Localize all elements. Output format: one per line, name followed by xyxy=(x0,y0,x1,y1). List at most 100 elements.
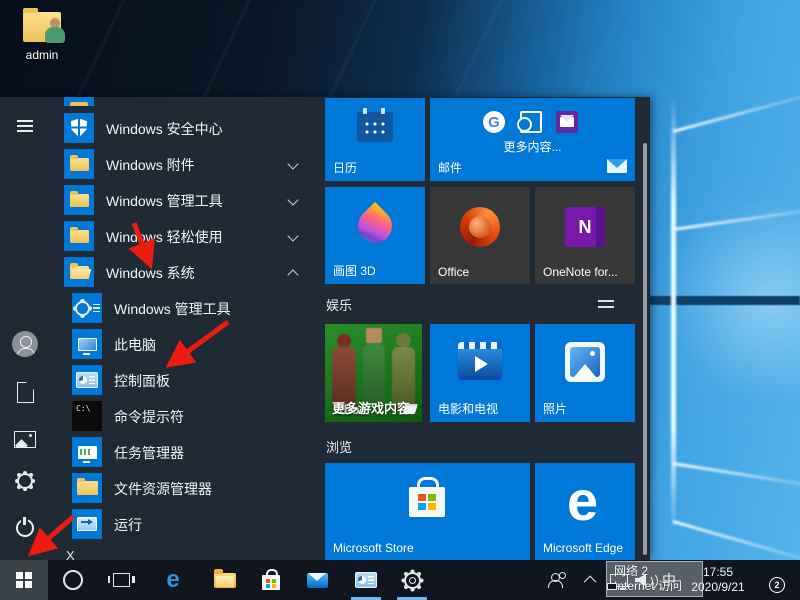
tile-label: 电影和电视 xyxy=(438,400,498,417)
settings-icon xyxy=(17,473,33,489)
settings-gear-icon xyxy=(404,572,421,589)
task-view-button[interactable] xyxy=(106,560,136,600)
settings-button[interactable] xyxy=(8,464,42,498)
tile-photos[interactable]: 照片 xyxy=(535,324,635,422)
ethernet-icon xyxy=(610,574,628,587)
app-item-label: Windows 安全中心 xyxy=(106,119,223,139)
tile-label: 日历 xyxy=(333,159,357,176)
edge-logo-icon: e xyxy=(567,473,598,529)
start-button[interactable] xyxy=(0,560,48,600)
tile-mail-more-text: 更多内容... xyxy=(430,138,635,155)
app-item-label: Windows 管理工具 xyxy=(114,299,231,319)
app-icon-tile xyxy=(64,221,94,251)
mail-envelope-icon xyxy=(607,159,627,173)
people-button[interactable] xyxy=(544,560,570,600)
cortana-search-button[interactable] xyxy=(58,560,88,600)
app-group-windows-admin-tools[interactable]: Windows 管理工具 xyxy=(48,182,325,218)
tile-mail[interactable]: G 更多内容... 邮件 xyxy=(430,98,635,181)
tile-microsoft-store[interactable]: Microsoft Store xyxy=(325,463,530,560)
documents-icon xyxy=(17,382,34,403)
user-account-button[interactable] xyxy=(8,327,42,361)
desktop-icon-admin[interactable]: admin xyxy=(12,12,72,78)
app-item-clipped-next: X xyxy=(66,548,75,560)
taskbar-edge-button[interactable]: e xyxy=(158,560,188,600)
app-item-windows-admin-tools[interactable]: Windows 管理工具 xyxy=(48,290,325,326)
pictures-icon xyxy=(14,431,36,448)
wallpaper-logo-vertical-bar xyxy=(671,95,676,535)
tile-microsoft-edge[interactable]: e Microsoft Edge xyxy=(535,463,635,560)
app-icon-tile xyxy=(72,293,102,323)
volume-tray-icon[interactable] xyxy=(633,560,659,600)
taskbar-file-explorer-button[interactable] xyxy=(210,560,240,600)
app-item-task-manager[interactable]: 任务管理器 xyxy=(48,434,325,470)
tile-movies-tv[interactable]: 电影和电视 xyxy=(430,324,530,422)
ime-indicator[interactable]: 中 xyxy=(658,560,680,600)
open-folder-icon xyxy=(70,266,89,279)
tile-xbox[interactable]: Xbox 更多游戏内容 xyxy=(325,324,422,422)
menu-scrollbar[interactable] xyxy=(643,143,647,555)
google-g-icon: G xyxy=(483,111,505,133)
app-item-partial[interactable] xyxy=(64,97,94,106)
app-item-this-pc[interactable]: 此电脑 xyxy=(48,326,325,362)
folder-icon xyxy=(70,158,89,171)
app-item-command-prompt[interactable]: C:\ 命令提示符 xyxy=(48,398,325,434)
app-item-label: 任务管理器 xyxy=(114,443,184,463)
app-group-windows-system[interactable]: Windows 系统 xyxy=(48,254,325,290)
onenote-letter: N xyxy=(579,217,592,238)
windows-logo-icon xyxy=(16,572,32,588)
app-item-label: Windows 管理工具 xyxy=(106,191,223,211)
app-group-windows-accessories[interactable]: Windows 附件 xyxy=(48,146,325,182)
outlook-icon xyxy=(520,111,542,133)
taskbar-control-panel-button[interactable] xyxy=(350,560,382,600)
expand-menu-button[interactable] xyxy=(8,109,42,143)
taskbar-mail-button[interactable] xyxy=(302,560,332,600)
tile-paint3d[interactable]: 画图 3D xyxy=(325,187,425,284)
tile-label: OneNote for... xyxy=(543,265,618,279)
file-explorer-icon xyxy=(77,481,98,495)
tile-label: 画图 3D xyxy=(333,262,376,279)
show-hidden-icons-button[interactable] xyxy=(580,560,602,600)
documents-button[interactable] xyxy=(8,375,42,409)
movies-tv-icon xyxy=(458,342,502,380)
office-logo-icon xyxy=(460,207,500,247)
app-item-run[interactable]: 运行 xyxy=(48,506,325,542)
tile-group-title-entertainment[interactable]: 娱乐 xyxy=(326,295,352,314)
task-manager-icon xyxy=(78,446,97,459)
chevron-down-icon xyxy=(287,230,298,241)
app-item-control-panel[interactable]: 控制面板 xyxy=(48,362,325,398)
taskbar-store-button[interactable] xyxy=(256,560,286,600)
tile-group-handle[interactable] xyxy=(598,300,614,308)
computer-monitor-icon xyxy=(78,338,97,351)
app-icon-tile xyxy=(72,365,102,395)
app-group-windows-ease-of-access[interactable]: Windows 轻松使用 xyxy=(48,218,325,254)
pictures-button[interactable] xyxy=(8,422,42,456)
app-item-label: 文件资源管理器 xyxy=(114,479,212,499)
network-tray-icon[interactable] xyxy=(606,560,632,600)
tile-calendar[interactable]: 日历 xyxy=(325,98,425,181)
tile-group-title-browse[interactable]: 浏览 xyxy=(326,437,352,456)
app-item-label: 此电脑 xyxy=(114,335,156,355)
screen: admin Windows 安全中心 Windows 附件 Windows 管理… xyxy=(0,0,800,600)
clock-date: 2020/9/21 xyxy=(691,580,744,595)
taskbar-settings-button[interactable] xyxy=(396,560,428,600)
power-button[interactable] xyxy=(8,511,42,545)
ime-label: 中 xyxy=(662,570,676,590)
power-icon xyxy=(16,519,34,537)
app-icon-tile xyxy=(64,185,94,215)
control-panel-icon xyxy=(76,372,98,388)
app-item-windows-security[interactable]: Windows 安全中心 xyxy=(48,110,325,146)
app-item-file-explorer[interactable]: 文件资源管理器 xyxy=(48,470,325,506)
app-item-label: Windows 附件 xyxy=(106,155,195,175)
desktop-icon-label: admin xyxy=(12,48,72,62)
tile-office[interactable]: Office xyxy=(430,187,530,284)
action-center-icon: 2 xyxy=(759,572,779,588)
app-icon-tile xyxy=(72,329,102,359)
user-avatar-icon xyxy=(12,331,38,357)
tile-onenote[interactable]: N OneNote for... xyxy=(535,187,635,284)
action-center-button[interactable]: 2 xyxy=(752,560,786,600)
app-item-label: 控制面板 xyxy=(114,371,170,391)
clock[interactable]: 17:55 2020/9/21 xyxy=(682,560,754,600)
chevron-up-icon xyxy=(287,269,298,280)
run-icon xyxy=(77,517,97,531)
command-prompt-icon: C:\ xyxy=(76,404,90,413)
